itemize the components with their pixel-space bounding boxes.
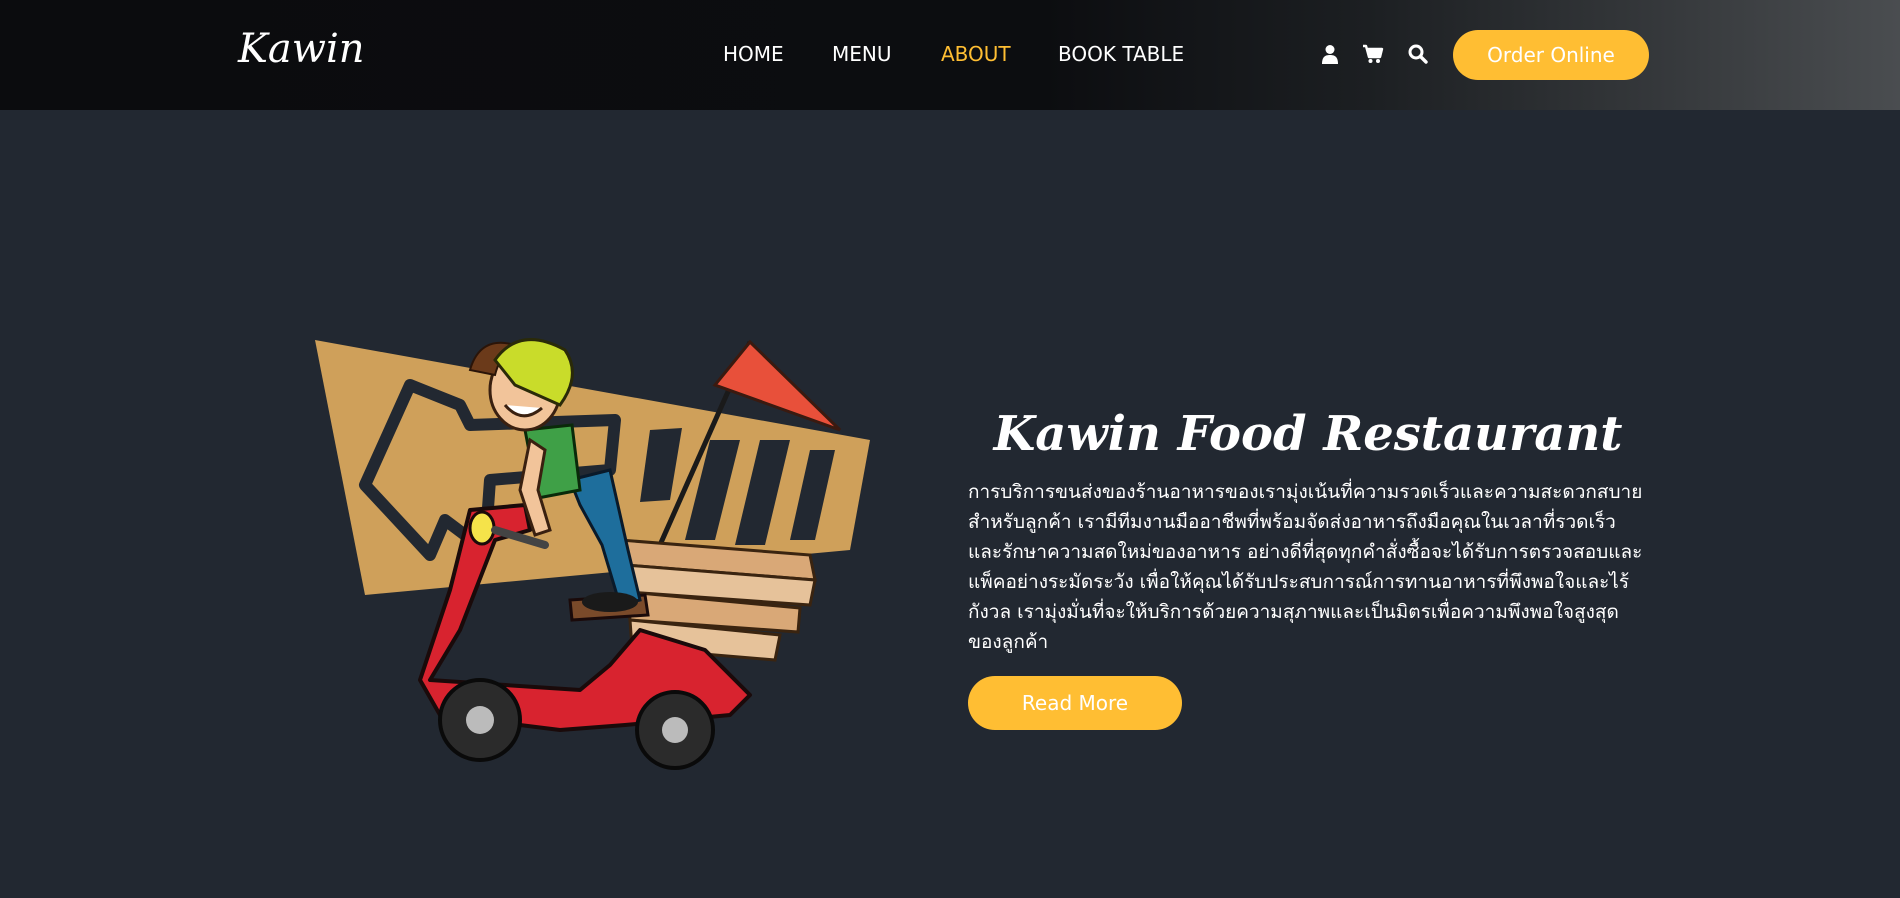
search-icon[interactable] <box>1406 42 1430 66</box>
about-title: Kawin Food Restaurant <box>993 406 1623 463</box>
header: Kawin HOME MENU ABOUT BOOK TABLE Order O… <box>0 0 1900 110</box>
read-more-button[interactable]: Read More <box>968 676 1182 730</box>
nav-book-table[interactable]: BOOK TABLE <box>1058 42 1184 66</box>
nav-about[interactable]: ABOUT <box>941 42 1011 66</box>
delivery-scooter-illustration <box>310 330 880 780</box>
about-paragraph: การบริการขนส่งของร้านอาหารของเรามุ่งเน้น… <box>968 481 1643 653</box>
nav-menu[interactable]: MENU <box>832 42 892 66</box>
user-icon[interactable] <box>1318 42 1342 66</box>
cart-icon[interactable] <box>1361 42 1385 66</box>
order-online-button[interactable]: Order Online <box>1453 30 1649 80</box>
nav-home[interactable]: HOME <box>723 42 784 66</box>
